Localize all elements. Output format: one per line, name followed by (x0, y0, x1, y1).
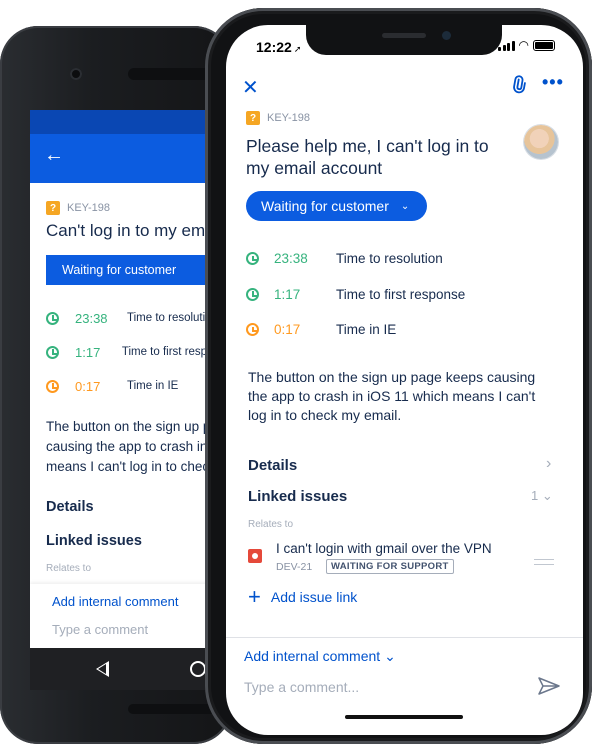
chevron-right-icon[interactable]: › (546, 455, 551, 473)
clock-icon (46, 345, 59, 359)
android-nav-bar (30, 648, 232, 690)
bug-type-icon (248, 549, 262, 563)
notch (306, 25, 502, 55)
iphone-screen: 12:22 ➚ ◠ ✕ ••• ? KEY-198 Please help me,… (226, 25, 583, 735)
add-internal-comment-dropdown[interactable]: Add internal comment ⌄ (244, 648, 396, 665)
notch-speaker (382, 33, 426, 38)
clock-icon (46, 311, 59, 325)
divider (226, 637, 583, 638)
home-indicator[interactable] (345, 715, 463, 719)
sla-row: 1:17 Time to first response (246, 277, 465, 313)
add-issue-link-label: Add issue link (270, 589, 358, 605)
nav-home-icon[interactable] (190, 661, 206, 677)
linked-issue-title[interactable]: I can't login with gmail over the VPN (276, 541, 492, 556)
status-button-label: Waiting for customer (62, 263, 177, 277)
reporter-avatar[interactable] (524, 125, 558, 159)
comment-input[interactable]: Type a comment... (244, 679, 359, 695)
status-button-label: Waiting for customer (261, 198, 389, 214)
android-front-camera (70, 68, 82, 80)
sla-time: 0:17 (75, 378, 101, 394)
android-issue-body: ? KEY-198 Can't log in to my email accou… (30, 201, 232, 574)
comment-input[interactable]: Type a comment (52, 622, 148, 637)
sla-label: Time to first response (336, 286, 466, 302)
iphone-device: 12:22 ➚ ◠ ✕ ••• ? KEY-198 Please help me,… (205, 8, 592, 744)
android-chin-speaker (128, 704, 218, 714)
android-status-bar (30, 110, 232, 134)
issue-title: Please help me, I can't log in to my ema… (246, 136, 489, 178)
linked-issues-count[interactable]: 1 ⌄ (531, 488, 553, 504)
plus-icon: + (248, 584, 261, 609)
clock-icon (246, 252, 259, 266)
relates-to-label: Relates to (248, 519, 294, 530)
status-lozenge: WAITING FOR SUPPORT (326, 559, 454, 574)
chevron-down-icon: ⌄ (400, 200, 410, 212)
issue-key: KEY-198 (67, 202, 111, 214)
sla-label: Time in IE (336, 322, 397, 338)
sla-list: 23:38 Time to resolution 1:17 Time to fi… (246, 241, 465, 348)
back-arrow-icon[interactable]: ← (44, 144, 64, 167)
attachment-icon[interactable] (507, 72, 533, 100)
sla-time: 1:17 (274, 286, 301, 302)
sla-row: 0:17 Time in IE (246, 312, 465, 348)
sla-time: 23:38 (75, 310, 108, 326)
location-icon: ➚ (293, 44, 302, 54)
issue-description: The button on the sign up page keeps cau… (248, 369, 536, 423)
wifi-icon: ◠ (518, 38, 529, 52)
clock-icon (246, 287, 259, 301)
android-comment-bar: Add internal comment Type a comment (30, 584, 232, 654)
linked-issue-key: DEV-21 (276, 561, 313, 573)
sla-label: Time in IE (127, 380, 179, 392)
notch-camera (442, 31, 451, 40)
signal-icon (498, 40, 515, 51)
sla-time: 0:17 (274, 322, 301, 338)
clock-icon (46, 379, 59, 393)
add-issue-link-button[interactable]: + Add issue link (248, 584, 358, 609)
close-icon[interactable]: ✕ (242, 75, 259, 100)
sla-row: 23:38 Time to resolution (246, 241, 465, 277)
android-device: ← ? KEY-198 Can't log in to my email acc… (0, 26, 232, 744)
status-dropdown-button[interactable]: Waiting for customer ⌄ (246, 191, 428, 221)
question-type-icon: ? (246, 111, 260, 125)
battery-icon (532, 40, 555, 51)
status-time: 12:22 ➚ (256, 39, 301, 55)
clock-icon (246, 323, 259, 337)
sla-time: 1:17 (75, 344, 101, 360)
sla-time: 23:38 (274, 251, 308, 267)
issue-key-row: ? KEY-198 (246, 111, 310, 125)
android-app-bar: ← (30, 134, 232, 183)
question-type-icon: ? (46, 201, 60, 215)
nav-back-icon[interactable] (96, 661, 109, 677)
linked-issues-section[interactable]: Linked issues (248, 488, 347, 505)
add-internal-comment-button[interactable]: Add internal comment (52, 594, 178, 609)
details-section[interactable]: Details (248, 457, 297, 474)
send-icon[interactable] (538, 677, 560, 700)
sla-label: Time to resolution (336, 251, 443, 267)
android-screen: ← ? KEY-198 Can't log in to my email acc… (30, 110, 232, 690)
more-options-icon[interactable]: ••• (542, 72, 564, 93)
status-time-text: 12:22 (256, 39, 292, 55)
issue-key: KEY-198 (267, 112, 311, 124)
status-indicators: ◠ (498, 38, 555, 52)
drag-handle-icon[interactable] (534, 559, 554, 565)
